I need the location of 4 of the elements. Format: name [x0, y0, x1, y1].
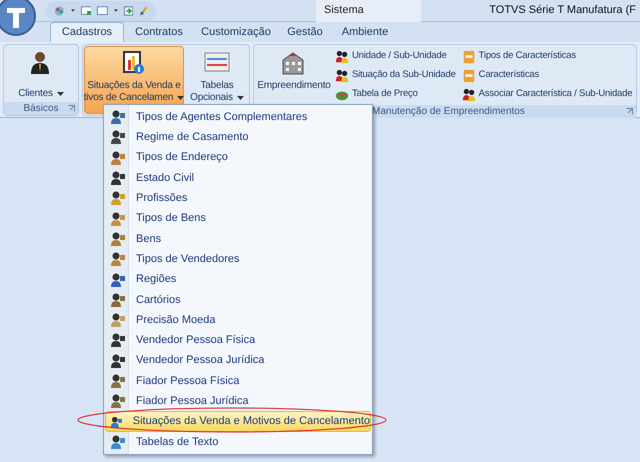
- group-label: Básicos: [23, 102, 58, 116]
- context-tab-title: Sistema: [316, 0, 421, 22]
- window-title: TOTVS Série T Manufatura (F: [489, 3, 637, 18]
- group-label: Manutenção de Empreendimentos: [372, 105, 525, 119]
